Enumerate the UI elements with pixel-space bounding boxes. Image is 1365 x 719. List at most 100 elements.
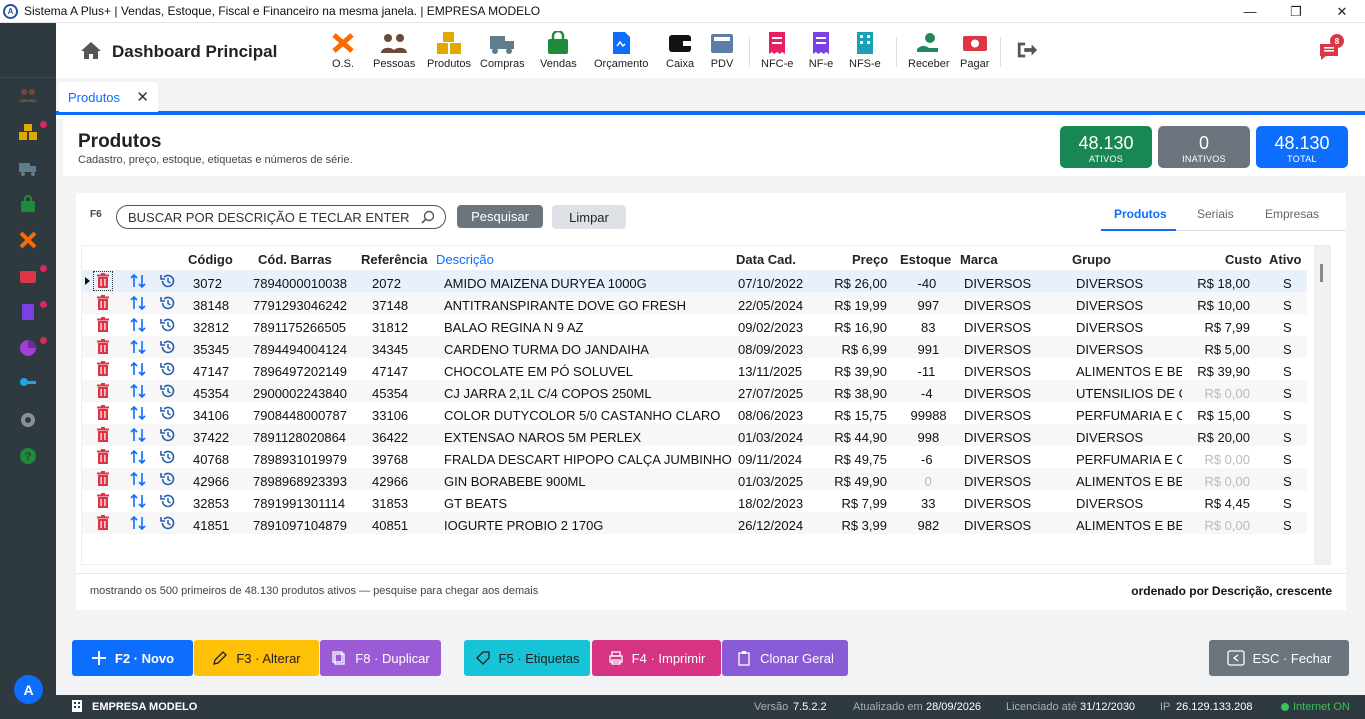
stock-move-icon[interactable]: [130, 273, 146, 292]
delete-icon[interactable]: [96, 515, 110, 534]
toolbar-pdv-button[interactable]: PDV: [709, 31, 735, 70]
print-button[interactable]: F4 · Imprimir: [592, 640, 721, 676]
search-input[interactable]: BUSCAR POR DESCRIÇÃO E TECLAR ENTER: [116, 205, 446, 229]
delete-icon[interactable]: [96, 339, 110, 358]
sidebar-truck-icon[interactable]: [17, 157, 39, 179]
toolbar-pagar-button[interactable]: Pagar: [960, 31, 989, 70]
sidebar-help-icon[interactable]: ?: [17, 445, 39, 467]
table-row[interactable]: 38148 7791293046242 37148 ANTITRANSPIRANTE …: [82, 292, 1307, 314]
col-referencia[interactable]: Referência: [361, 252, 427, 267]
delete-icon[interactable]: [96, 295, 110, 314]
labels-button[interactable]: F5 · Etiquetas: [464, 640, 590, 676]
close-button[interactable]: ESC · Fechar: [1209, 640, 1349, 676]
col-ativo[interactable]: Ativo: [1269, 252, 1302, 267]
history-icon[interactable]: [160, 515, 176, 534]
delete-icon[interactable]: [96, 427, 110, 446]
history-icon[interactable]: [160, 273, 176, 292]
col-marca[interactable]: Marca: [960, 252, 998, 267]
stock-move-icon[interactable]: [130, 493, 146, 512]
delete-icon[interactable]: [96, 383, 110, 402]
close-window-button[interactable]: ✕: [1319, 0, 1365, 23]
table-row[interactable]: 35345 7894494004124 34345 CARDENO TURMA DO …: [82, 336, 1307, 358]
history-icon[interactable]: [160, 361, 176, 380]
search-button[interactable]: Pesquisar: [457, 205, 543, 228]
toolbar-nfs-e-button[interactable]: NFS-e: [849, 31, 881, 70]
sidebar-key-icon[interactable]: [17, 373, 39, 395]
sidebar-gear-icon[interactable]: [17, 409, 39, 431]
col-descricao[interactable]: Descrição: [436, 252, 494, 267]
stock-move-icon[interactable]: [130, 449, 146, 468]
toolbar-produtos-button[interactable]: Produtos: [427, 31, 471, 70]
col-codigo[interactable]: Código: [188, 252, 233, 267]
sidebar-products-icon[interactable]: [17, 121, 47, 143]
sidebar-piechart-icon[interactable]: [17, 337, 47, 359]
col-cod-barras[interactable]: Cód. Barras: [258, 252, 332, 267]
table-row[interactable]: 37422 7891128020864 36422 EXTENSAO NAROS 5M…: [82, 424, 1307, 446]
table-scrollbar[interactable]: [1314, 246, 1330, 564]
history-icon[interactable]: [160, 339, 176, 358]
stock-move-icon[interactable]: [130, 295, 146, 314]
avatar[interactable]: A: [14, 675, 43, 704]
stock-move-icon[interactable]: [130, 383, 146, 402]
toolbar-compras-button[interactable]: Compras: [480, 31, 525, 70]
edit-button[interactable]: F3 · Alterar: [194, 640, 319, 676]
toolbar-receber-button[interactable]: Receber: [908, 31, 950, 70]
col-preco[interactable]: Preço: [852, 252, 888, 267]
table-row[interactable]: 41851 7891097104879 40851 IOGURTE PROBIO 2 …: [82, 512, 1307, 534]
toolbar-or-amento-button[interactable]: Orçamento: [594, 31, 648, 70]
delete-icon[interactable]: [96, 493, 110, 512]
sidebar-bag-icon[interactable]: [17, 193, 39, 215]
stock-move-icon[interactable]: [130, 339, 146, 358]
col-estoque[interactable]: Estoque: [900, 252, 951, 267]
new-button[interactable]: F2 · Novo: [72, 640, 193, 676]
toolbar-nfc-e-button[interactable]: NFC-e: [761, 31, 793, 70]
history-icon[interactable]: [160, 405, 176, 424]
toolbar-caixa-button[interactable]: Caixa: [666, 31, 694, 70]
table-row[interactable]: 45354 2900002243840 45354 CJ JARRA 2,1L C/4…: [82, 380, 1307, 402]
history-icon[interactable]: [160, 471, 176, 490]
duplicate-button[interactable]: F8 · Duplicar: [320, 640, 441, 676]
tab-close-icon[interactable]: ✕: [136, 88, 149, 106]
stock-move-icon[interactable]: [130, 361, 146, 380]
tab-produtos-view[interactable]: Produtos: [1114, 207, 1167, 221]
tab-produtos[interactable]: Produtos ✕: [59, 82, 158, 112]
delete-icon[interactable]: [96, 449, 110, 468]
col-data-cad[interactable]: Data Cad.: [736, 252, 796, 267]
history-icon[interactable]: [160, 449, 176, 468]
table-row[interactable]: 40768 7898931019979 39768 FRALDA DESCART HI…: [82, 446, 1307, 468]
table-row[interactable]: 32812 7891175266505 31812 BALAO REGINA N 9 …: [82, 314, 1307, 336]
table-row[interactable]: 47147 7896497202149 47147 CHOCOLATE EM PÓ S…: [82, 358, 1307, 380]
table-row[interactable]: 42966 7898968923393 42966 GIN BORABEBE 900M…: [82, 468, 1307, 490]
col-grupo[interactable]: Grupo: [1072, 252, 1111, 267]
sidebar-tools-icon[interactable]: [17, 229, 39, 251]
col-custo[interactable]: Custo: [1225, 252, 1262, 267]
history-icon[interactable]: [160, 383, 176, 402]
minimize-button[interactable]: —: [1227, 0, 1273, 23]
stock-move-icon[interactable]: [130, 317, 146, 336]
history-icon[interactable]: [160, 427, 176, 446]
home-icon[interactable]: [80, 40, 102, 63]
notifications-icon[interactable]: 8: [1317, 34, 1344, 66]
stock-move-icon[interactable]: [130, 515, 146, 534]
logout-icon[interactable]: [1014, 39, 1040, 64]
tab-empresas[interactable]: Empresas: [1265, 207, 1319, 221]
toolbar-o-s--button[interactable]: O.S.: [330, 31, 356, 70]
delete-icon[interactable]: [96, 317, 110, 336]
toolbar-nf-e-button[interactable]: NF-e: [808, 31, 834, 70]
sidebar-document-icon[interactable]: [17, 301, 47, 323]
stock-move-icon[interactable]: [130, 405, 146, 424]
delete-icon[interactable]: [96, 471, 110, 490]
stock-move-icon[interactable]: [130, 427, 146, 446]
table-row[interactable]: 3072 7894000010038 2072 AMIDO MAIZENA DURYE…: [82, 270, 1307, 292]
table-row[interactable]: 32853 7891991301114 31853 GT BEATS 18/02/202…: [82, 490, 1307, 512]
toolbar-vendas-button[interactable]: Vendas: [540, 31, 577, 70]
toolbar-pessoas-button[interactable]: Pessoas: [373, 31, 415, 70]
tab-seriais[interactable]: Seriais: [1197, 207, 1234, 221]
sidebar-wallet-icon[interactable]: [17, 265, 47, 287]
stock-move-icon[interactable]: [130, 471, 146, 490]
history-icon[interactable]: [160, 493, 176, 512]
clear-button[interactable]: Limpar: [552, 205, 626, 229]
delete-icon[interactable]: [96, 361, 110, 380]
delete-icon[interactable]: [96, 405, 110, 424]
clone-button[interactable]: Clonar Geral: [722, 640, 848, 676]
